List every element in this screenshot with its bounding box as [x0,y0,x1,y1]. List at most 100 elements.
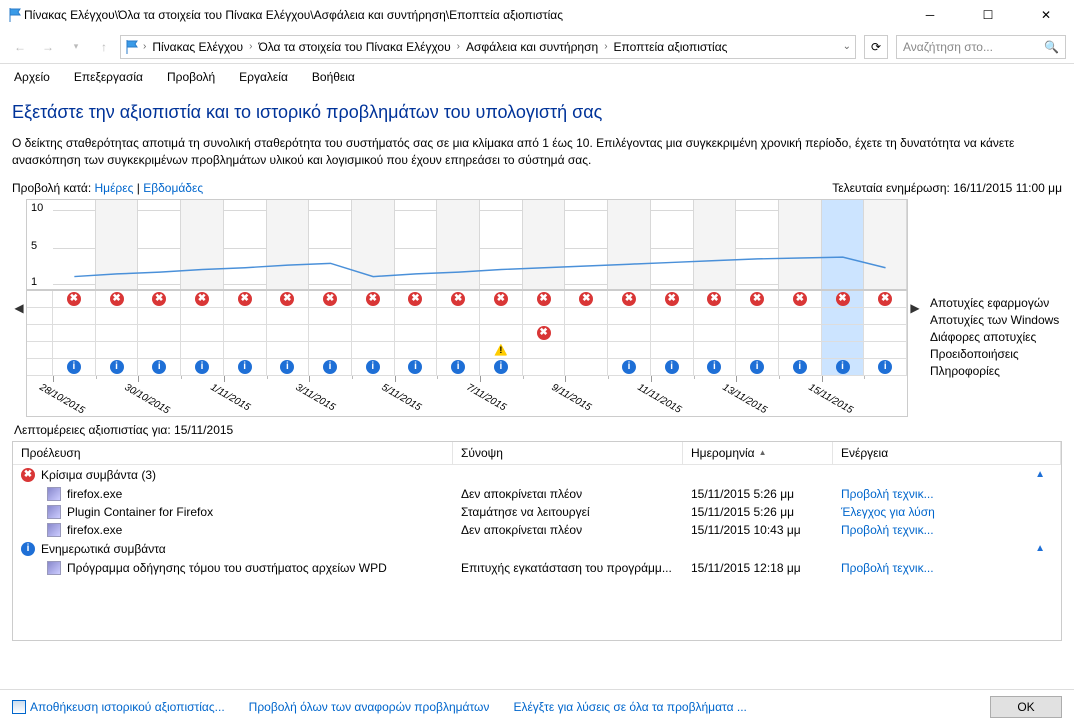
event-cell[interactable] [779,342,822,358]
details-group[interactable]: ✖Κρίσιμα συμβάντα (3)▲ [13,465,1061,485]
event-cell[interactable] [267,342,310,358]
event-cell[interactable] [565,342,608,358]
event-cell[interactable]: i [138,359,181,375]
maximize-button[interactable]: ☐ [968,1,1008,29]
event-cell[interactable]: i [480,359,523,375]
event-cell[interactable]: ✖ [779,291,822,307]
scroll-left-button[interactable]: ◀ [12,199,26,417]
event-cell[interactable] [395,342,438,358]
event-cell[interactable] [138,308,181,324]
col-source[interactable]: Προέλευση [13,442,453,464]
details-row[interactable]: firefox.exeΔεν αποκρίνεται πλέον15/11/20… [13,485,1061,503]
event-cell[interactable] [736,342,779,358]
event-cell[interactable] [651,342,694,358]
event-cell[interactable] [565,308,608,324]
event-cell[interactable] [96,325,139,341]
view-by-weeks[interactable]: Εβδομάδες [143,181,203,195]
event-cell[interactable] [608,325,651,341]
event-cell[interactable]: ✖ [608,291,651,307]
event-cell[interactable] [822,342,865,358]
collapse-icon[interactable]: ▲ [1035,469,1053,480]
crumb-2[interactable]: Ασφάλεια και συντήρηση [462,40,602,54]
details-row[interactable]: Plugin Container for FirefoxΣταμάτησε να… [13,503,1061,521]
event-cell[interactable] [224,308,267,324]
event-cell[interactable]: ✖ [651,291,694,307]
event-cell[interactable] [864,325,907,341]
event-cell[interactable]: ✖ [224,291,267,307]
event-cell[interactable] [565,359,608,375]
close-button[interactable]: ✕ [1026,1,1066,29]
event-cell[interactable] [736,308,779,324]
search-input[interactable]: Αναζήτηση στο... 🔍 [896,35,1066,59]
event-cell[interactable]: ✖ [480,291,523,307]
event-cell[interactable]: ✖ [736,291,779,307]
event-cell[interactable]: ✖ [523,325,566,341]
event-cell[interactable]: ✖ [181,291,224,307]
row-action-link[interactable]: Προβολή τεχνικ... [833,523,1061,537]
event-cell[interactable]: i [267,359,310,375]
event-cell[interactable]: i [736,359,779,375]
save-history-link[interactable]: Αποθήκευση ιστορικού αξιοπιστίας... [12,700,225,714]
event-cell[interactable] [822,325,865,341]
event-cell[interactable] [267,308,310,324]
breadcrumb[interactable]: › Πίνακας Ελέγχου › Όλα τα στοιχεία του … [120,35,856,59]
view-by-days[interactable]: Ημέρες [95,181,134,195]
event-cell[interactable]: ✖ [864,291,907,307]
forward-button[interactable]: → [36,35,60,59]
event-cell[interactable] [822,308,865,324]
event-cell[interactable] [224,325,267,341]
event-cell[interactable] [309,308,352,324]
event-cell[interactable]: i [96,359,139,375]
event-cell[interactable]: i [608,359,651,375]
collapse-icon[interactable]: ▲ [1035,543,1053,554]
view-all-reports-link[interactable]: Προβολή όλων των αναφορών προβλημάτων [249,700,490,714]
event-cell[interactable] [736,325,779,341]
event-cell[interactable]: i [822,359,865,375]
event-cell[interactable]: ✖ [53,291,96,307]
event-cell[interactable] [651,325,694,341]
event-cell[interactable] [53,342,96,358]
event-cell[interactable] [352,308,395,324]
event-cell[interactable] [437,342,480,358]
event-cell[interactable] [694,308,737,324]
event-cell[interactable] [138,325,181,341]
back-button[interactable]: ← [8,35,32,59]
event-cell[interactable]: i [224,359,267,375]
event-cell[interactable] [864,308,907,324]
menu-edit[interactable]: Επεξεργασία [70,68,147,86]
crumb-1[interactable]: Όλα τα στοιχεία του Πίνακα Ελέγχου [254,40,454,54]
col-date[interactable]: Ημερομηνία▲ [683,442,833,464]
event-cell[interactable] [138,342,181,358]
event-cell[interactable] [437,325,480,341]
ok-button[interactable]: OK [990,696,1062,718]
event-cell[interactable] [523,359,566,375]
event-cell[interactable]: i [309,359,352,375]
event-cell[interactable] [395,325,438,341]
event-cell[interactable] [352,342,395,358]
event-cell[interactable]: ✖ [352,291,395,307]
event-cell[interactable]: ✖ [395,291,438,307]
menu-help[interactable]: Βοήθεια [308,68,359,86]
event-cell[interactable]: ✖ [437,291,480,307]
event-cell[interactable]: ✖ [565,291,608,307]
event-cell[interactable]: i [395,359,438,375]
event-cell[interactable] [779,325,822,341]
event-cell[interactable] [779,308,822,324]
check-solutions-link[interactable]: Ελέγξτε για λύσεις σε όλα τα προβλήματα … [513,700,746,714]
event-cell[interactable]: ✖ [523,291,566,307]
event-cell[interactable] [224,342,267,358]
event-cell[interactable] [96,308,139,324]
recent-dropdown[interactable]: ▾ [64,35,88,59]
event-cell[interactable]: i [181,359,224,375]
event-cell[interactable] [395,308,438,324]
event-cell[interactable]: ✖ [138,291,181,307]
details-row[interactable]: firefox.exeΔεν αποκρίνεται πλέον15/11/20… [13,521,1061,539]
event-cell[interactable] [608,342,651,358]
menu-tools[interactable]: Εργαλεία [235,68,292,86]
event-cell[interactable] [309,342,352,358]
event-cell[interactable] [437,308,480,324]
minimize-button[interactable]: ─ [910,1,950,29]
event-cell[interactable]: ✖ [96,291,139,307]
crumb-0[interactable]: Πίνακας Ελέγχου [148,40,247,54]
event-cell[interactable] [96,342,139,358]
